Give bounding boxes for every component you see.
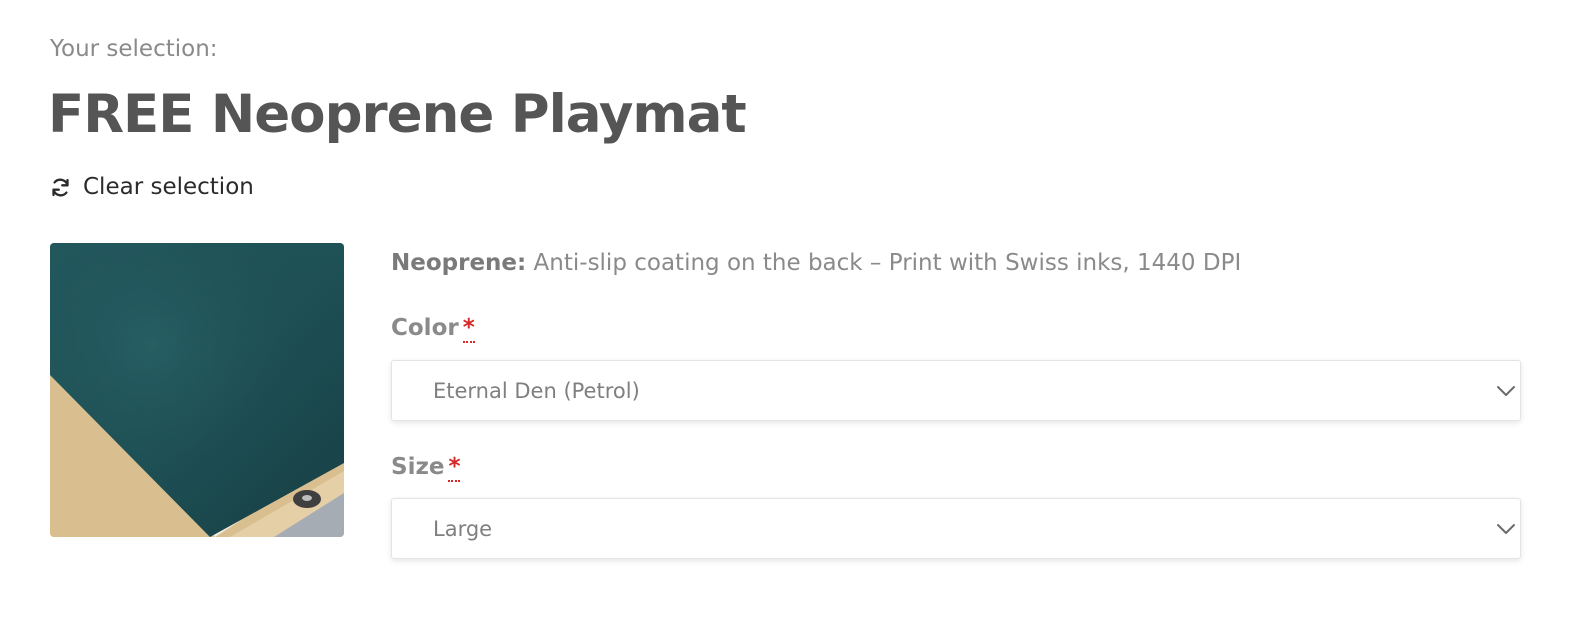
color-label-text: Color (391, 315, 459, 341)
chevron-down-icon (1496, 381, 1516, 401)
clear-selection-button[interactable]: Clear selection (50, 174, 254, 200)
required-marker: * (462, 315, 475, 343)
material-key: Neoprene: (391, 250, 527, 276)
refresh-icon (50, 177, 71, 198)
material-description: Neoprene: Anti-slip coating on the back … (391, 250, 1241, 276)
product-image (50, 243, 344, 537)
size-select-value: Large (433, 516, 493, 541)
color-field-label: Color * (391, 315, 475, 343)
size-field-label: Size * (391, 454, 461, 482)
required-marker: * (448, 454, 461, 482)
color-select[interactable]: Eternal Den (Petrol) (391, 360, 1521, 421)
page-title: FREE Neoprene Playmat (48, 84, 747, 145)
size-label-text: Size (391, 454, 445, 480)
chevron-down-icon (1496, 519, 1516, 539)
selection-label: Your selection: (50, 36, 218, 62)
color-select-value: Eternal Den (Petrol) (433, 378, 640, 403)
clear-selection-label: Clear selection (83, 174, 254, 200)
material-text: Anti-slip coating on the back – Print wi… (526, 250, 1242, 276)
size-select[interactable]: Large (391, 498, 1521, 559)
